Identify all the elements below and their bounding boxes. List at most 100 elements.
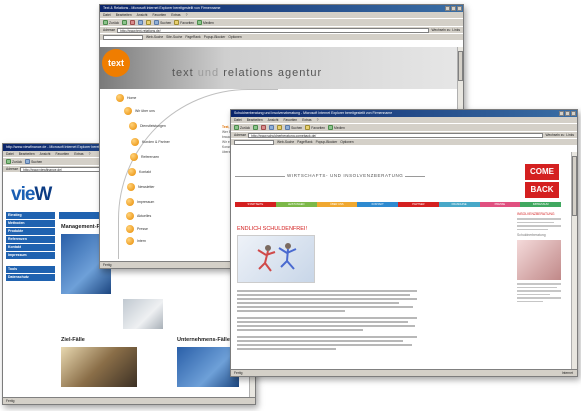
menu-item-edit[interactable]: Bearbeiten [247,117,263,123]
nav-item[interactable]: Referenzen [130,153,159,161]
close-icon[interactable] [457,6,462,11]
menu-item-edit[interactable]: Bearbeiten [116,12,132,18]
nav-item[interactable]: Wir über uns [124,107,155,115]
nav-item-kontakt[interactable]: Kontakt [6,244,55,251]
nav-item-impressum[interactable]: IMPRESSUM [520,202,561,207]
menu-item-view[interactable]: Ansicht [137,12,148,18]
forward-button[interactable] [253,125,259,130]
nav-item-partner[interactable]: PARTNER [398,202,439,207]
refresh-icon [269,125,275,130]
maximize-icon[interactable] [565,111,570,116]
menu-item-file[interactable]: Datei [103,12,111,18]
media-button[interactable]: Medien [328,125,345,130]
site-search-button[interactable]: Site-Suche [166,35,182,39]
toolbar-search-input[interactable] [103,34,143,40]
web-search-button[interactable]: Web-Suche [146,35,163,39]
site-logo[interactable]: COME BACK [525,164,559,198]
nav-item-produkte[interactable]: Produkte [6,228,55,235]
refresh-button[interactable] [138,20,144,25]
popup-blocker-button[interactable]: Popup-Blocker [316,140,338,144]
web-search-button[interactable]: Web-Suche [277,140,294,144]
nav-item-impressum[interactable]: Impressum [6,252,55,259]
menu-item-edit[interactable]: Bearbeiten [19,151,35,157]
menu-item-view[interactable]: Ansicht [40,151,51,157]
media-button[interactable]: Medien [197,20,214,25]
menu-item-file[interactable]: Datei [6,151,14,157]
menu-item-tools[interactable]: Extras [171,12,180,18]
stop-button[interactable] [261,125,267,130]
refresh-button[interactable] [269,125,275,130]
menu-item-help[interactable]: ? [186,12,188,18]
nav-item[interactable]: Newsletter [127,183,155,191]
site-logo[interactable]: vieW [11,184,52,206]
minimize-icon[interactable] [445,6,450,11]
nav-item[interactable]: Aktuelles [126,212,151,220]
scroll-thumb[interactable] [458,51,463,81]
scroll-thumb[interactable] [572,156,577,216]
nav-item-startseite[interactable]: STARTSEITE [235,202,276,207]
favorites-button[interactable]: Favoriten [174,20,194,25]
address-input[interactable]: http://www.text-relations.de/ [117,27,430,33]
nav-item[interactable]: Kontakt [128,168,151,176]
links-label[interactable]: Links [452,28,460,32]
close-icon[interactable] [571,111,576,116]
nav-item-presse[interactable]: PRESSE [479,202,521,207]
menu-item-tools[interactable]: Extras [74,151,83,157]
menu-item-favorites[interactable]: Favoriten [55,151,69,157]
window-titlebar[interactable]: Schuldnerberatung und Insolvenzberatung … [231,110,577,117]
menu-item-tools[interactable]: Extras [302,117,311,123]
options-button[interactable]: Optionen [228,35,241,39]
popup-blocker-button[interactable]: Popup-Blocker [204,35,226,39]
back-label: Zurück [109,20,120,25]
nav-item-label: Presse [137,227,148,231]
nav-item-kontakt[interactable]: KONTAKT [357,202,398,207]
browser-window-comeback[interactable]: Schuldnerberatung und Insolvenzberatung … [230,109,578,377]
menu-item-file[interactable]: Datei [234,117,242,123]
nav-item-einstieg[interactable]: Einstieg [6,212,55,219]
nav-item-franchise[interactable]: FRANCHISE [438,202,480,207]
address-input[interactable]: http://www.schuldnerberatung-comeback.de… [248,132,544,138]
menu-item-help[interactable]: ? [89,151,91,157]
nav-item[interactable]: Impressum [126,198,154,206]
forward-button[interactable] [122,20,128,25]
nav-item[interactable]: Presse [126,225,148,233]
minimize-icon[interactable] [559,111,564,116]
go-button[interactable]: Wechseln zu [431,28,450,32]
nav-item-leistungen[interactable]: LEISTUNGEN [275,202,317,207]
back-button[interactable]: Zurück [234,125,250,130]
favorites-button[interactable]: Favoriten [305,125,325,130]
menu-item-favorites[interactable]: Favoriten [152,12,166,18]
nav-item[interactable]: Dienstleistungen [129,122,166,130]
back-button[interactable]: Zurück [103,20,119,25]
vertical-scrollbar[interactable] [571,152,577,369]
address-label: Adresse [103,28,116,32]
options-button[interactable]: Optionen [340,140,353,144]
nav-item[interactable]: Intern [126,237,146,245]
back-button[interactable]: Zurück [6,159,22,164]
menu-item-favorites[interactable]: Favoriten [283,117,297,123]
home-button[interactable] [146,20,152,25]
stop-button[interactable] [130,20,136,25]
maximize-icon[interactable] [451,6,456,11]
menu-item-help[interactable]: ? [317,117,319,123]
go-button[interactable]: Wechseln zu [545,133,564,137]
nav-item-label: Dienstleistungen [140,124,166,128]
nav-item[interactable]: Kunden & Partner [131,138,170,146]
search-button[interactable]: Suchen [285,125,302,130]
toolbar-search-input[interactable] [234,139,274,145]
sidebar-subtitle: Schuldnerberatung [517,233,546,237]
home-button[interactable] [277,125,283,130]
site-logo[interactable]: text [102,49,130,77]
nav-item-tools[interactable]: Tools [6,266,55,273]
search-button[interactable]: Suchen [25,159,42,164]
nav-item-datenschutz[interactable]: Datenschutz [6,274,55,281]
nav-item-ueber-uns[interactable]: ÜBER UNS [316,202,358,207]
nav-item[interactable]: Home [116,94,136,102]
links-label[interactable]: Links [566,133,574,137]
nav-item-referenzen[interactable]: Referenzen [6,236,55,243]
menu-item-view[interactable]: Ansicht [268,117,279,123]
search-button[interactable]: Suchen [154,20,171,25]
window-titlebar[interactable]: Text & Relations - Microsoft Internet Ex… [100,5,463,12]
nav-item-methoden[interactable]: Methoden [6,220,55,227]
nav-item-label: Impressum [137,200,155,204]
